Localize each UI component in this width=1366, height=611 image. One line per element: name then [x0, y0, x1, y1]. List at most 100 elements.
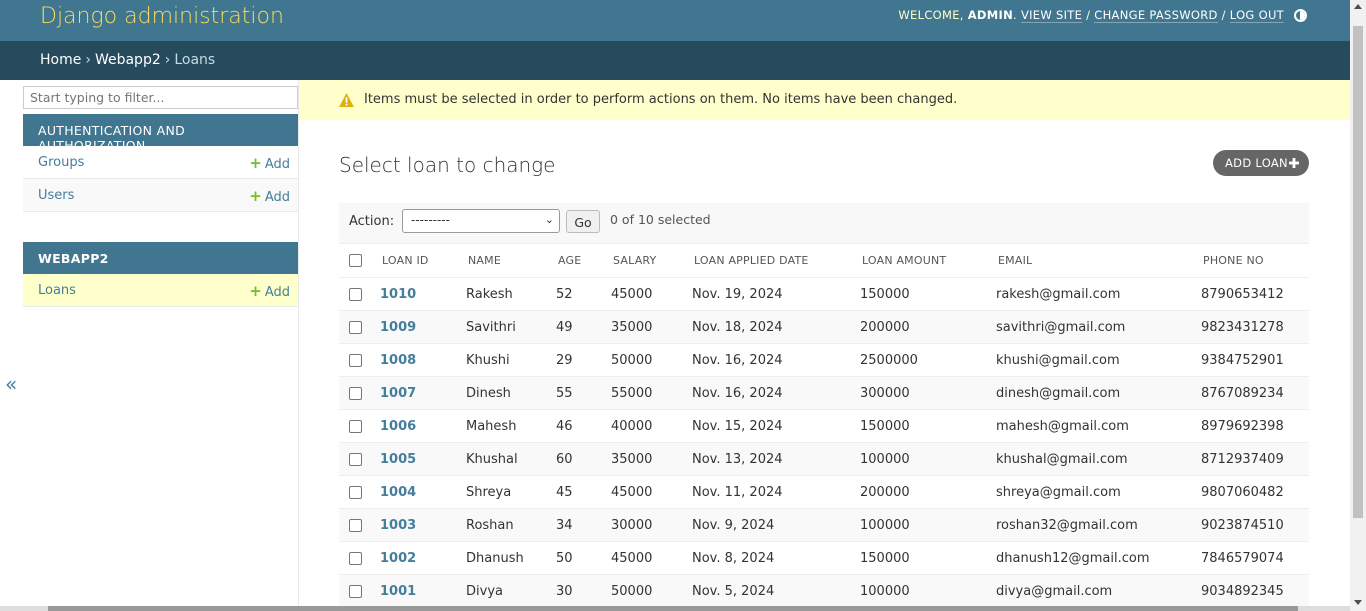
row-checkbox[interactable] — [349, 485, 362, 499]
cell-loan-id: 1006 — [380, 409, 466, 443]
breadcrumb-home[interactable]: Home — [40, 52, 81, 68]
loan-id-link[interactable]: 1005 — [380, 452, 416, 467]
cell-name: Khushi — [466, 343, 556, 377]
cell-loan-applied-date: Nov. 16, 2024 — [692, 343, 860, 377]
row-checkbox-cell — [339, 376, 380, 410]
loan-id-link[interactable]: 1006 — [380, 419, 416, 434]
go-button[interactable]: Go — [566, 210, 600, 233]
plus-icon: + — [249, 187, 262, 205]
view-site-link[interactable]: VIEW SITE — [1020, 8, 1083, 23]
app-caption-webapp2[interactable]: WEBAPP2 — [23, 242, 298, 274]
scroll-down-icon[interactable] — [1354, 600, 1362, 605]
scroll-thumb[interactable] — [1353, 26, 1363, 518]
cell-loan-id: 1007 — [380, 376, 466, 410]
table-body: 1010 Rakesh 52 45000 Nov. 19, 2024 150000 rake… — [339, 277, 1309, 608]
action-label: Action: — [349, 214, 395, 229]
loan-id-link[interactable]: 1002 — [380, 551, 416, 566]
cell-loan-applied-date: Nov. 13, 2024 — [692, 442, 860, 476]
cell-loan-id: 1004 — [380, 475, 466, 509]
sidebar: AUTHENTICATION AND AUTHORIZATION Groups … — [22, 80, 299, 611]
theme-toggle-icon[interactable] — [1294, 9, 1307, 22]
cell-loan-id: 1008 — [380, 343, 466, 377]
app-caption-auth[interactable]: AUTHENTICATION AND AUTHORIZATION — [23, 114, 298, 153]
row-checkbox-cell — [339, 475, 380, 509]
plus-icon: + — [249, 282, 262, 300]
change-password-link[interactable]: CHANGE PASSWORD — [1094, 8, 1218, 23]
cell-name: Dinesh — [466, 376, 556, 410]
cell-email: mahesh@gmail.com — [996, 409, 1201, 443]
cell-loan-amount: 200000 — [860, 310, 996, 344]
result-table: LOAN ID NAME AGE SALARY LOAN APPLIED DAT… — [339, 243, 1309, 608]
col-header-loan-applied-date[interactable]: LOAN APPLIED DATE — [692, 243, 860, 278]
add-user-link[interactable]: + Add — [249, 187, 290, 205]
users-link[interactable]: Users — [38, 188, 74, 203]
select-all-checkbox[interactable] — [349, 254, 362, 268]
cell-email: savithri@gmail.com — [996, 310, 1201, 344]
table-row: 1009 Savithri 49 35000 Nov. 18, 2024 200000 sa… — [339, 310, 1309, 344]
cell-age: 50 — [556, 541, 611, 575]
breadcrumb-app[interactable]: Webapp2 — [95, 52, 161, 68]
site-name-link[interactable]: Django administration — [40, 4, 284, 29]
col-header-email[interactable]: EMAIL — [996, 243, 1201, 278]
col-header-loan-id[interactable]: LOAN ID — [380, 243, 466, 278]
cell-loan-amount: 150000 — [860, 277, 996, 311]
table-row: 1008 Khushi 29 50000 Nov. 16, 2024 2500000 khu… — [339, 343, 1309, 377]
col-header-salary[interactable]: SALARY — [611, 243, 692, 278]
nav-filter-input[interactable] — [23, 86, 298, 109]
cell-salary: 35000 — [611, 310, 692, 344]
chevron-down-icon: ⌄ — [544, 213, 554, 226]
loans-link[interactable]: Loans — [38, 283, 76, 298]
row-checkbox[interactable] — [349, 452, 362, 466]
cell-phone-no: 8712937409 — [1201, 442, 1309, 476]
sidebar-collapse-icon[interactable]: « — [5, 372, 17, 396]
col-header-phone-no[interactable]: PHONE NO — [1201, 243, 1309, 278]
col-header-loan-amount[interactable]: LOAN AMOUNT — [860, 243, 996, 278]
row-checkbox[interactable] — [349, 353, 362, 367]
cell-age: 52 — [556, 277, 611, 311]
vertical-scrollbar[interactable] — [1350, 0, 1366, 611]
row-checkbox[interactable] — [349, 287, 362, 301]
cell-email: dinesh@gmail.com — [996, 376, 1201, 410]
add-loan-button[interactable]: ADD LOAN — [1213, 150, 1309, 176]
loan-id-link[interactable]: 1008 — [380, 353, 416, 368]
cell-loan-amount: 100000 — [860, 508, 996, 542]
cell-salary: 45000 — [611, 475, 692, 509]
table-row: 1003 Roshan 34 30000 Nov. 9, 2024 100000 rosha… — [339, 508, 1309, 542]
plus-icon: + — [249, 154, 262, 172]
horizontal-scrollbar[interactable] — [0, 606, 1350, 611]
cell-loan-applied-date: Nov. 5, 2024 — [692, 574, 860, 608]
row-checkbox[interactable] — [349, 551, 362, 565]
breadcrumb-current: Loans — [174, 52, 216, 68]
log-out-link[interactable]: LOG OUT — [1229, 8, 1284, 23]
scroll-up-icon[interactable] — [1354, 4, 1362, 9]
cell-loan-id: 1002 — [380, 541, 466, 575]
loan-id-link[interactable]: 1007 — [380, 386, 416, 401]
add-loan-link[interactable]: + Add — [249, 282, 290, 300]
loan-id-link[interactable]: 1001 — [380, 584, 416, 599]
table-row: 1005 Khushal 60 35000 Nov. 13, 2024 100000 khu… — [339, 442, 1309, 476]
horizontal-scroll-thumb[interactable] — [48, 606, 1298, 611]
add-group-link[interactable]: + Add — [249, 154, 290, 172]
groups-link[interactable]: Groups — [38, 155, 84, 170]
cell-salary: 45000 — [611, 277, 692, 311]
row-checkbox-cell — [339, 574, 380, 608]
loan-id-link[interactable]: 1010 — [380, 287, 416, 302]
row-checkbox[interactable] — [349, 419, 362, 433]
selected-count: 0 of 10 selected — [610, 212, 711, 227]
col-header-age[interactable]: AGE — [556, 243, 611, 278]
row-checkbox[interactable] — [349, 320, 362, 334]
loan-id-link[interactable]: 1009 — [380, 320, 416, 335]
row-checkbox[interactable] — [349, 518, 362, 532]
loan-id-link[interactable]: 1004 — [380, 485, 416, 500]
row-checkbox[interactable] — [349, 386, 362, 400]
cell-email: dhanush12@gmail.com — [996, 541, 1201, 575]
row-checkbox[interactable] — [349, 584, 362, 598]
cell-salary: 55000 — [611, 376, 692, 410]
cell-salary: 40000 — [611, 409, 692, 443]
loan-id-link[interactable]: 1003 — [380, 518, 416, 533]
action-select[interactable]: --------- ⌄ — [402, 209, 560, 233]
cell-loan-amount: 100000 — [860, 574, 996, 608]
cell-phone-no: 9807060482 — [1201, 475, 1309, 509]
col-header-name[interactable]: NAME — [466, 243, 556, 278]
cell-email: rakesh@gmail.com — [996, 277, 1201, 311]
